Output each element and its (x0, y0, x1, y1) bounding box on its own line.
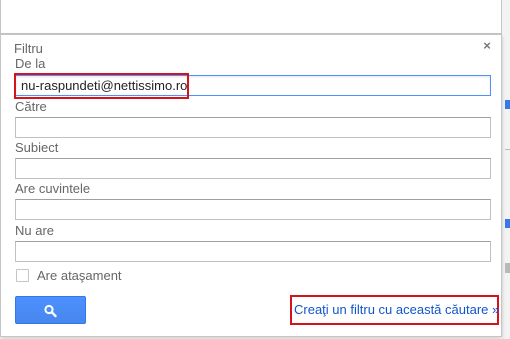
background-link-fragment (505, 219, 510, 228)
gmail-filter-screen: Filtru × De la Către Subiect Are cuvinte… (0, 0, 510, 339)
to-label: Către (15, 99, 47, 114)
filter-dialog: Filtru × De la Către Subiect Are cuvinte… (0, 34, 502, 337)
from-field[interactable] (15, 75, 491, 96)
has-words-label: Are cuvintele (15, 181, 91, 196)
search-bar-area[interactable] (0, 0, 502, 34)
search-button[interactable] (15, 296, 86, 324)
background-page-edge (502, 0, 510, 339)
create-filter-link[interactable]: Creaţi un filtru cu această căutare » (294, 302, 499, 317)
background-scroll-fragment (505, 263, 510, 273)
to-field[interactable] (15, 117, 491, 138)
close-icon[interactable]: × (480, 39, 494, 53)
subject-field[interactable] (15, 158, 491, 179)
has-words-field[interactable] (15, 199, 491, 220)
doesnt-have-field[interactable] (15, 241, 491, 262)
has-attachment-label: Are ataşament (37, 268, 122, 283)
search-icon (44, 304, 57, 318)
doesnt-have-label: Nu are (15, 223, 55, 238)
from-label: De la (15, 56, 46, 71)
background-link-fragment (505, 100, 510, 109)
dialog-title: Filtru (14, 41, 43, 56)
subject-label: Subiect (15, 140, 59, 155)
has-attachment-checkbox[interactable] (16, 269, 29, 282)
background-divider (505, 149, 510, 150)
